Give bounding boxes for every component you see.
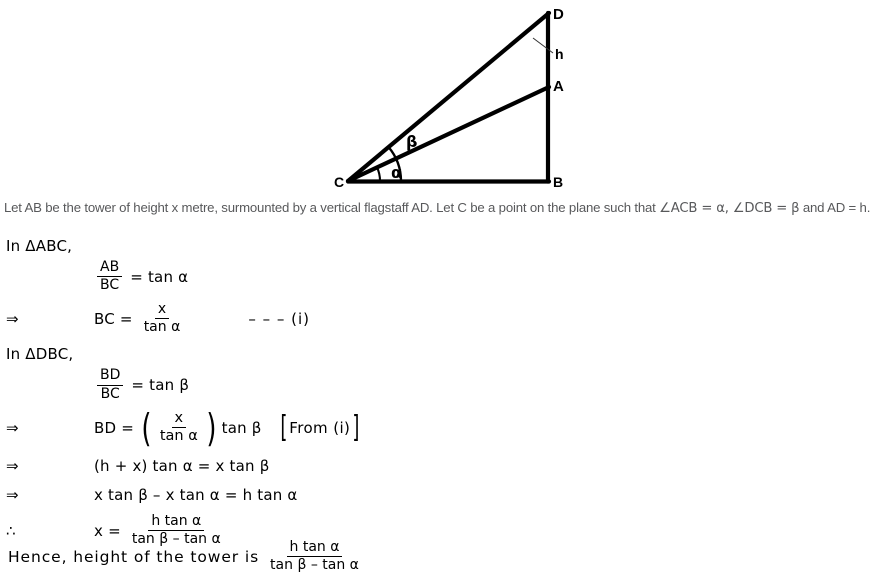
fraction-numerator: AB — [97, 259, 123, 278]
step-body-1: AB BC = tan α — [94, 259, 189, 294]
step-collect: ⇒ x tan β – x tan α = h tan α — [6, 485, 866, 505]
close-bracket-icon: ] — [352, 409, 360, 445]
fraction-ab-bc: AB BC — [97, 259, 123, 294]
step-text-0: In ΔABC, — [6, 237, 73, 255]
conclusion-text: Hence, height of the tower is — [8, 547, 260, 566]
step-body-2: BC = x tan α – – – (i) — [94, 302, 310, 335]
operator-equals-1: = — [130, 267, 143, 286]
step-body-4: BD BC = tan β — [94, 368, 189, 401]
flagstaff-height-label: h — [555, 46, 564, 62]
step-text-3: In ΔDBC, — [6, 345, 74, 364]
lhs-bd: BD — [94, 418, 117, 437]
equation-reference-i: – – – (i) — [248, 309, 310, 328]
vertex-label-c: C — [334, 174, 344, 190]
fraction-numerator: BD — [97, 368, 124, 386]
fraction-denominator: BC — [100, 385, 120, 402]
step-lead-5: ⇒ — [6, 418, 19, 437]
angle-label-alpha: α — [391, 163, 402, 182]
fraction-numerator: x — [171, 410, 187, 429]
statement-angle-acb: ∠ACB = α, — [659, 201, 729, 216]
fraction-numerator: h tan α — [148, 513, 205, 532]
lhs-bc: BC — [94, 309, 115, 328]
solution-steps: In ΔABC, AB BC = tan α ⇒ BC = x tan α – … — [6, 236, 866, 547]
vertex-label-a: A — [553, 78, 564, 95]
close-paren-icon: ) — [206, 405, 217, 450]
step-in-triangle-dbc: In ΔDBC, — [6, 344, 866, 364]
fraction-denominator: tan β – tan α — [270, 557, 359, 574]
operator-equals-2: = — [119, 309, 133, 328]
fraction-numerator: h tan α — [286, 539, 343, 558]
open-paren-icon: ( — [141, 405, 152, 450]
open-bracket-icon: [ — [279, 409, 287, 445]
statement-angle-dcb: ∠DCB = β — [728, 201, 800, 216]
operator-equals-4: = — [131, 376, 145, 395]
fraction-bd-bc: BD BC — [97, 368, 124, 402]
diagram-figure: D A B C h α β — [0, 0, 875, 196]
note-from-i: From (i) — [289, 418, 351, 437]
step-lead-7: ⇒ — [6, 485, 19, 504]
step-bd-equals: ⇒ BD = ( x tan α ) tan β [ From (i) ] — [6, 405, 866, 450]
final-answer: Hence, height of the tower is h tan α ta… — [8, 539, 365, 574]
fraction-x-tanalpha: x tan α — [141, 302, 184, 335]
rhs-tan-beta-4: tan β — [149, 376, 190, 395]
fraction-denominator: tan α — [143, 319, 181, 336]
vertex-label-d: D — [553, 6, 564, 23]
segment-cd — [345, 10, 552, 184]
step-text-7: x tan β – x tan α = h tan α — [94, 485, 298, 504]
fraction-numerator: x — [154, 302, 170, 320]
segment-ca — [345, 84, 552, 184]
fraction-denominator: tan α — [159, 428, 198, 445]
statement-text-main: Let AB be the tower of height x metre, s… — [4, 200, 660, 215]
statement-tail: and AD = h. — [799, 200, 871, 215]
step-bc-equals: ⇒ BC = x tan α – – – (i) — [6, 302, 866, 335]
fraction-x-tanalpha-2: x tan α — [157, 410, 201, 445]
angle-arc-alpha — [375, 166, 382, 182]
triangle-diagram-svg: D A B C h α β — [334, 6, 564, 190]
step-bd-over-bc: BD BC = tan β — [6, 368, 866, 401]
step-lead-8: ∴ — [6, 521, 16, 540]
operator-equals-5: = — [121, 418, 135, 437]
rhs-tan-alpha-1: tan α — [147, 267, 189, 286]
angle-label-beta: β — [406, 132, 417, 151]
multiplier-tan-beta: tan β — [221, 418, 262, 437]
fraction-denominator: BC — [100, 277, 120, 294]
problem-statement: Let AB be the tower of height x metre, s… — [4, 198, 872, 218]
step-body-5: BD = ( x tan α ) tan β [ From (i) ] — [94, 405, 362, 450]
operator-equals-8: = — [108, 521, 121, 540]
step-text-6: (h + x) tan α = x tan β — [94, 456, 270, 475]
vertex-label-b: B — [553, 174, 563, 190]
lhs-x: x — [94, 521, 104, 540]
step-lead-6: ⇒ — [6, 456, 19, 475]
step-ab-over-bc: AB BC = tan α — [6, 259, 866, 294]
step-expand: ⇒ (h + x) tan α = x tan β — [6, 456, 866, 476]
step-in-triangle-abc: In ΔABC, — [6, 236, 866, 256]
fraction-final-answer: h tan α tan β – tan α — [267, 539, 362, 574]
step-lead-2: ⇒ — [6, 309, 19, 328]
